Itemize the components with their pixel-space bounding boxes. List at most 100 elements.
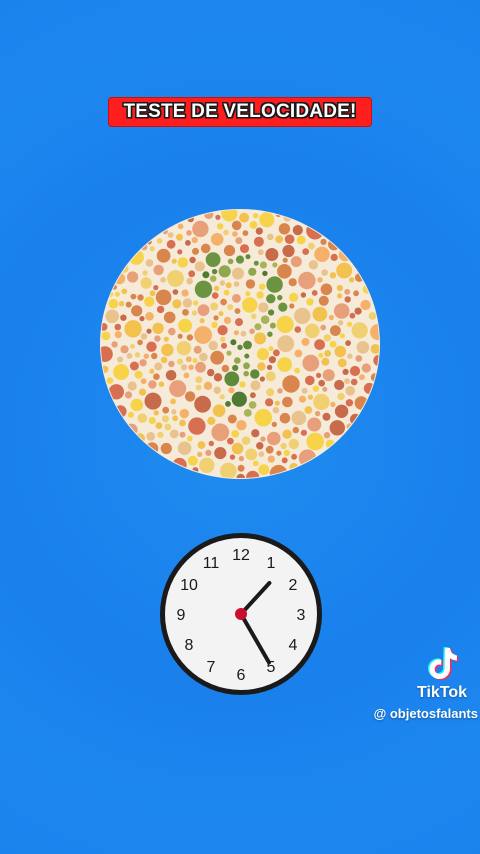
plate-dot: [156, 238, 163, 244]
plate-dot: [145, 259, 154, 267]
tiktok-brand-label: TikTok: [416, 684, 468, 701]
plate-dot: [108, 298, 119, 309]
plate-dot: [243, 409, 252, 417]
plate-dot: [266, 276, 283, 293]
plate-dot: [254, 408, 273, 427]
clock-number: 8: [185, 637, 194, 654]
plate-dot: [339, 333, 345, 339]
clock-number: 3: [297, 607, 306, 624]
tiktok-note-icon: [428, 647, 459, 680]
plate-dot: [156, 305, 165, 314]
plate-dot: [171, 258, 177, 264]
plate-dot: [329, 340, 337, 348]
plate-dot: [233, 330, 239, 336]
plate-dot: [170, 398, 176, 405]
plate-dot: [320, 324, 327, 331]
plate-dot: [240, 244, 249, 254]
plate-dot: [223, 289, 230, 296]
plate-dot: [256, 291, 264, 299]
clock-number: 2: [289, 577, 298, 594]
plate-dot: [172, 289, 179, 295]
plate-dot: [244, 353, 250, 359]
plate-dot: [211, 423, 230, 442]
plate-dot: [101, 331, 111, 341]
plate-dot: [268, 356, 276, 364]
plate-dot: [209, 275, 217, 282]
plate-dot: [228, 387, 235, 394]
plate-dot: [256, 348, 269, 361]
plate-dot: [334, 379, 345, 391]
plate-dot: [193, 345, 202, 354]
plate-dot: [121, 288, 128, 295]
plate-dot: [347, 353, 353, 359]
plate-dot: [345, 399, 354, 407]
plate-dot: [169, 380, 187, 398]
plate-dot: [153, 373, 160, 380]
plate-dot: [149, 246, 155, 252]
title-text: TESTE DE VELOCIDADE!: [123, 101, 357, 122]
plate-dot: [290, 256, 302, 268]
plate-dot: [254, 323, 262, 331]
plate-dot: [211, 321, 218, 329]
plate-dot: [323, 432, 331, 439]
plate-dot: [148, 416, 156, 425]
plate-dot: [318, 295, 329, 306]
plate-dot: [229, 454, 236, 460]
plate-dot: [235, 237, 243, 245]
plate-dot: [217, 325, 228, 336]
plate-dot: [236, 420, 247, 431]
plate-dot: [232, 364, 239, 371]
plate-dot: [282, 396, 293, 408]
plate-dot: [223, 245, 236, 257]
plate-dot: [334, 345, 347, 358]
plate-dot: [252, 460, 259, 467]
plate-dot: [144, 296, 155, 307]
plate-dot: [268, 309, 275, 316]
plate-dot: [353, 290, 359, 297]
plate-dot: [329, 420, 345, 436]
plate-dot: [176, 233, 183, 241]
plate-dot: [187, 455, 198, 466]
plate-dot: [220, 336, 226, 342]
plate-dot: [354, 307, 362, 315]
plate-dot: [267, 331, 273, 337]
plate-dot: [215, 214, 221, 220]
plate-dot: [308, 260, 319, 270]
plate-dot: [237, 344, 243, 350]
plate-dot: [321, 269, 328, 276]
plate-dot: [266, 294, 276, 304]
plate-dot: [191, 236, 198, 244]
plate-dot: [351, 322, 368, 339]
plate-dot: [337, 358, 347, 368]
plate-dot: [149, 290, 156, 297]
plate-dot: [250, 392, 256, 399]
plate-dot: [219, 394, 225, 400]
plate-dot: [218, 265, 231, 278]
plate-dot: [292, 225, 303, 236]
plate-dot: [200, 243, 211, 254]
plate-dot: [153, 285, 159, 291]
plate-dot: [185, 356, 192, 363]
plate-dot: [237, 464, 245, 472]
plate-dot: [289, 303, 295, 309]
plate-dot: [199, 352, 208, 362]
plate-dot: [208, 340, 218, 351]
plate-dot: [199, 318, 205, 324]
plate-dot: [197, 451, 203, 457]
plate-dot: [312, 385, 320, 392]
plate-dot: [156, 248, 171, 263]
plate-dot: [114, 323, 122, 331]
plate-dot: [166, 239, 176, 249]
plate-dot: [232, 231, 238, 237]
plate-dot: [178, 318, 192, 333]
plate-dot: [153, 264, 164, 276]
tiktok-handle: @ objetosfalants: [373, 706, 478, 721]
plate-dot: [227, 304, 234, 311]
plate-dot: [291, 410, 307, 426]
plate-dot: [184, 391, 196, 402]
plate-dot: [177, 441, 192, 455]
plate-dot: [225, 282, 232, 289]
plate-dot: [240, 330, 247, 337]
plate-dot: [151, 352, 158, 360]
plate-dot: [289, 463, 299, 472]
